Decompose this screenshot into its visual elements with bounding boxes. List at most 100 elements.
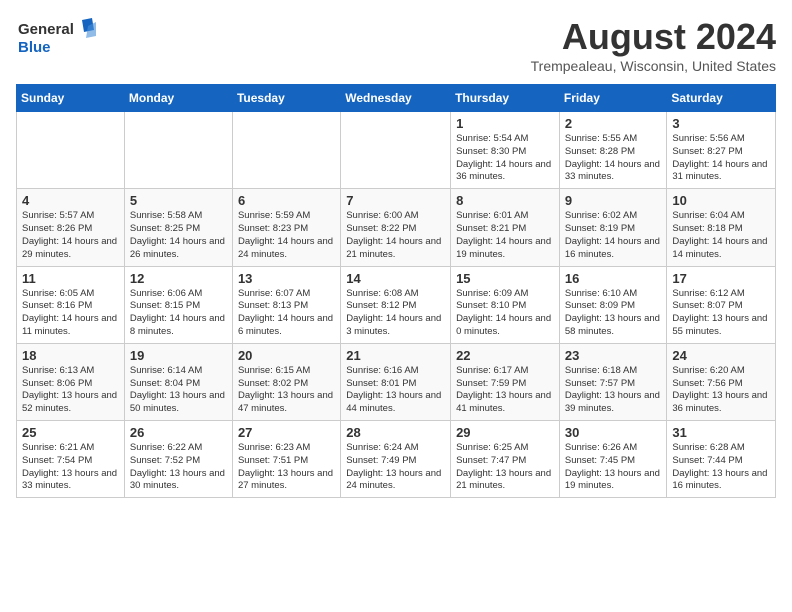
- calendar-cell: 16Sunrise: 6:10 AM Sunset: 8:09 PM Dayli…: [559, 266, 667, 343]
- calendar-cell: 25Sunrise: 6:21 AM Sunset: 7:54 PM Dayli…: [17, 421, 125, 498]
- day-number: 11: [22, 271, 119, 286]
- day-info: Sunrise: 6:02 AM Sunset: 8:19 PM Dayligh…: [565, 210, 662, 261]
- calendar-cell: [17, 112, 125, 189]
- calendar-cell: 1 Sunrise: 5:54 AM Sunset: 8:30 PM Daylig…: [451, 112, 560, 189]
- calendar-cell: [232, 112, 340, 189]
- day-number: 8: [456, 193, 554, 208]
- day-number: 18: [22, 348, 119, 363]
- day-info: Sunrise: 6:20 AM Sunset: 7:56 PM Dayligh…: [672, 365, 770, 416]
- day-info: Sunrise: 6:25 AM Sunset: 7:47 PM Dayligh…: [456, 442, 554, 493]
- day-number: 21: [346, 348, 445, 363]
- calendar-cell: 22Sunrise: 6:17 AM Sunset: 7:59 PM Dayli…: [451, 343, 560, 420]
- logo-svg: General Blue: [16, 16, 96, 60]
- calendar-cell: 13Sunrise: 6:07 AM Sunset: 8:13 PM Dayli…: [232, 266, 340, 343]
- day-number: 1: [456, 116, 554, 131]
- calendar-cell: 30Sunrise: 6:26 AM Sunset: 7:45 PM Dayli…: [559, 421, 667, 498]
- calendar-cell: [124, 112, 232, 189]
- calendar-cell: 9 Sunrise: 6:02 AM Sunset: 8:19 PM Daylig…: [559, 189, 667, 266]
- day-number: 17: [672, 271, 770, 286]
- svg-text:General: General: [18, 21, 74, 38]
- day-info: Sunrise: 5:56 AM Sunset: 8:27 PM Dayligh…: [672, 133, 770, 184]
- day-number: 15: [456, 271, 554, 286]
- day-info: Sunrise: 6:00 AM Sunset: 8:22 PM Dayligh…: [346, 210, 445, 261]
- day-info: Sunrise: 6:24 AM Sunset: 7:49 PM Dayligh…: [346, 442, 445, 493]
- calendar-cell: 20Sunrise: 6:15 AM Sunset: 8:02 PM Dayli…: [232, 343, 340, 420]
- calendar-week-row: 18 Sunrise: 6:13 AM Sunset: 8:06 PM Dayli…: [17, 343, 776, 420]
- day-info: Sunrise: 6:16 AM Sunset: 8:01 PM Dayligh…: [346, 365, 445, 416]
- calendar-cell: 31 Sunrise: 6:28 AM Sunset: 7:44 PM Dayli…: [667, 421, 776, 498]
- calendar-cell: 15Sunrise: 6:09 AM Sunset: 8:10 PM Dayli…: [451, 266, 560, 343]
- calendar-week-row: 25Sunrise: 6:21 AM Sunset: 7:54 PM Dayli…: [17, 421, 776, 498]
- day-number: 4: [22, 193, 119, 208]
- calendar-cell: 28 Sunrise: 6:24 AM Sunset: 7:49 PM Dayli…: [341, 421, 451, 498]
- day-info: Sunrise: 6:22 AM Sunset: 7:52 PM Dayligh…: [130, 442, 227, 493]
- day-number: 27: [238, 425, 335, 440]
- calendar-cell: 17 Sunrise: 6:12 AM Sunset: 8:07 PM Dayli…: [667, 266, 776, 343]
- day-number: 31: [672, 425, 770, 440]
- day-info: Sunrise: 5:54 AM Sunset: 8:30 PM Dayligh…: [456, 133, 554, 184]
- calendar-week-row: 11 Sunrise: 6:05 AM Sunset: 8:16 PM Dayli…: [17, 266, 776, 343]
- day-info: Sunrise: 6:12 AM Sunset: 8:07 PM Dayligh…: [672, 288, 770, 339]
- day-number: 7: [346, 193, 445, 208]
- calendar-day-header: Thursday: [451, 85, 560, 112]
- calendar-week-row: 1 Sunrise: 5:54 AM Sunset: 8:30 PM Daylig…: [17, 112, 776, 189]
- day-info: Sunrise: 6:14 AM Sunset: 8:04 PM Dayligh…: [130, 365, 227, 416]
- calendar-cell: 8 Sunrise: 6:01 AM Sunset: 8:21 PM Daylig…: [451, 189, 560, 266]
- calendar-day-header: Monday: [124, 85, 232, 112]
- day-info: Sunrise: 6:08 AM Sunset: 8:12 PM Dayligh…: [346, 288, 445, 339]
- day-number: 24: [672, 348, 770, 363]
- day-number: 25: [22, 425, 119, 440]
- calendar-day-header: Saturday: [667, 85, 776, 112]
- day-info: Sunrise: 6:01 AM Sunset: 8:21 PM Dayligh…: [456, 210, 554, 261]
- day-number: 5: [130, 193, 227, 208]
- calendar-cell: 11 Sunrise: 6:05 AM Sunset: 8:16 PM Dayli…: [17, 266, 125, 343]
- calendar-cell: 2Sunrise: 5:55 AM Sunset: 8:28 PM Daylig…: [559, 112, 667, 189]
- calendar-cell: 23 Sunrise: 6:18 AM Sunset: 7:57 PM Dayli…: [559, 343, 667, 420]
- day-number: 9: [565, 193, 662, 208]
- day-info: Sunrise: 6:28 AM Sunset: 7:44 PM Dayligh…: [672, 442, 770, 493]
- day-info: Sunrise: 6:04 AM Sunset: 8:18 PM Dayligh…: [672, 210, 770, 261]
- day-number: 16: [565, 271, 662, 286]
- calendar-week-row: 4 Sunrise: 5:57 AM Sunset: 8:26 PM Daylig…: [17, 189, 776, 266]
- calendar-cell: [341, 112, 451, 189]
- day-info: Sunrise: 5:55 AM Sunset: 8:28 PM Dayligh…: [565, 133, 662, 184]
- day-info: Sunrise: 6:18 AM Sunset: 7:57 PM Dayligh…: [565, 365, 662, 416]
- calendar-cell: 19 Sunrise: 6:14 AM Sunset: 8:04 PM Dayli…: [124, 343, 232, 420]
- calendar-cell: 27Sunrise: 6:23 AM Sunset: 7:51 PM Dayli…: [232, 421, 340, 498]
- day-number: 3: [672, 116, 770, 131]
- calendar-day-header: Friday: [559, 85, 667, 112]
- day-number: 23: [565, 348, 662, 363]
- calendar-cell: 14Sunrise: 6:08 AM Sunset: 8:12 PM Dayli…: [341, 266, 451, 343]
- day-number: 10: [672, 193, 770, 208]
- title-block: August 2024 Trempealeau, Wisconsin, Unit…: [531, 16, 776, 74]
- calendar-cell: 6 Sunrise: 5:59 AM Sunset: 8:23 PM Daylig…: [232, 189, 340, 266]
- calendar-cell: 4 Sunrise: 5:57 AM Sunset: 8:26 PM Daylig…: [17, 189, 125, 266]
- calendar-header-row: SundayMondayTuesdayWednesdayThursdayFrid…: [17, 85, 776, 112]
- day-number: 22: [456, 348, 554, 363]
- day-number: 26: [130, 425, 227, 440]
- calendar-cell: 18 Sunrise: 6:13 AM Sunset: 8:06 PM Dayli…: [17, 343, 125, 420]
- day-number: 19: [130, 348, 227, 363]
- calendar-cell: 26 Sunrise: 6:22 AM Sunset: 7:52 PM Dayli…: [124, 421, 232, 498]
- calendar-cell: 12 Sunrise: 6:06 AM Sunset: 8:15 PM Dayli…: [124, 266, 232, 343]
- day-info: Sunrise: 6:05 AM Sunset: 8:16 PM Dayligh…: [22, 288, 119, 339]
- day-info: Sunrise: 6:06 AM Sunset: 8:15 PM Dayligh…: [130, 288, 227, 339]
- page-header: General Blue August 2024 Trempealeau, Wi…: [16, 16, 776, 74]
- day-info: Sunrise: 6:26 AM Sunset: 7:45 PM Dayligh…: [565, 442, 662, 493]
- calendar-cell: 3 Sunrise: 5:56 AM Sunset: 8:27 PM Daylig…: [667, 112, 776, 189]
- day-info: Sunrise: 5:59 AM Sunset: 8:23 PM Dayligh…: [238, 210, 335, 261]
- day-info: Sunrise: 6:13 AM Sunset: 8:06 PM Dayligh…: [22, 365, 119, 416]
- day-number: 28: [346, 425, 445, 440]
- day-info: Sunrise: 5:57 AM Sunset: 8:26 PM Dayligh…: [22, 210, 119, 261]
- day-info: Sunrise: 5:58 AM Sunset: 8:25 PM Dayligh…: [130, 210, 227, 261]
- day-info: Sunrise: 6:15 AM Sunset: 8:02 PM Dayligh…: [238, 365, 335, 416]
- calendar-cell: 5 Sunrise: 5:58 AM Sunset: 8:25 PM Daylig…: [124, 189, 232, 266]
- calendar-day-header: Wednesday: [341, 85, 451, 112]
- day-number: 6: [238, 193, 335, 208]
- day-number: 12: [130, 271, 227, 286]
- day-number: 13: [238, 271, 335, 286]
- calendar-cell: 7 Sunrise: 6:00 AM Sunset: 8:22 PM Daylig…: [341, 189, 451, 266]
- calendar-cell: 29Sunrise: 6:25 AM Sunset: 7:47 PM Dayli…: [451, 421, 560, 498]
- calendar-cell: 21 Sunrise: 6:16 AM Sunset: 8:01 PM Dayli…: [341, 343, 451, 420]
- calendar-day-header: Sunday: [17, 85, 125, 112]
